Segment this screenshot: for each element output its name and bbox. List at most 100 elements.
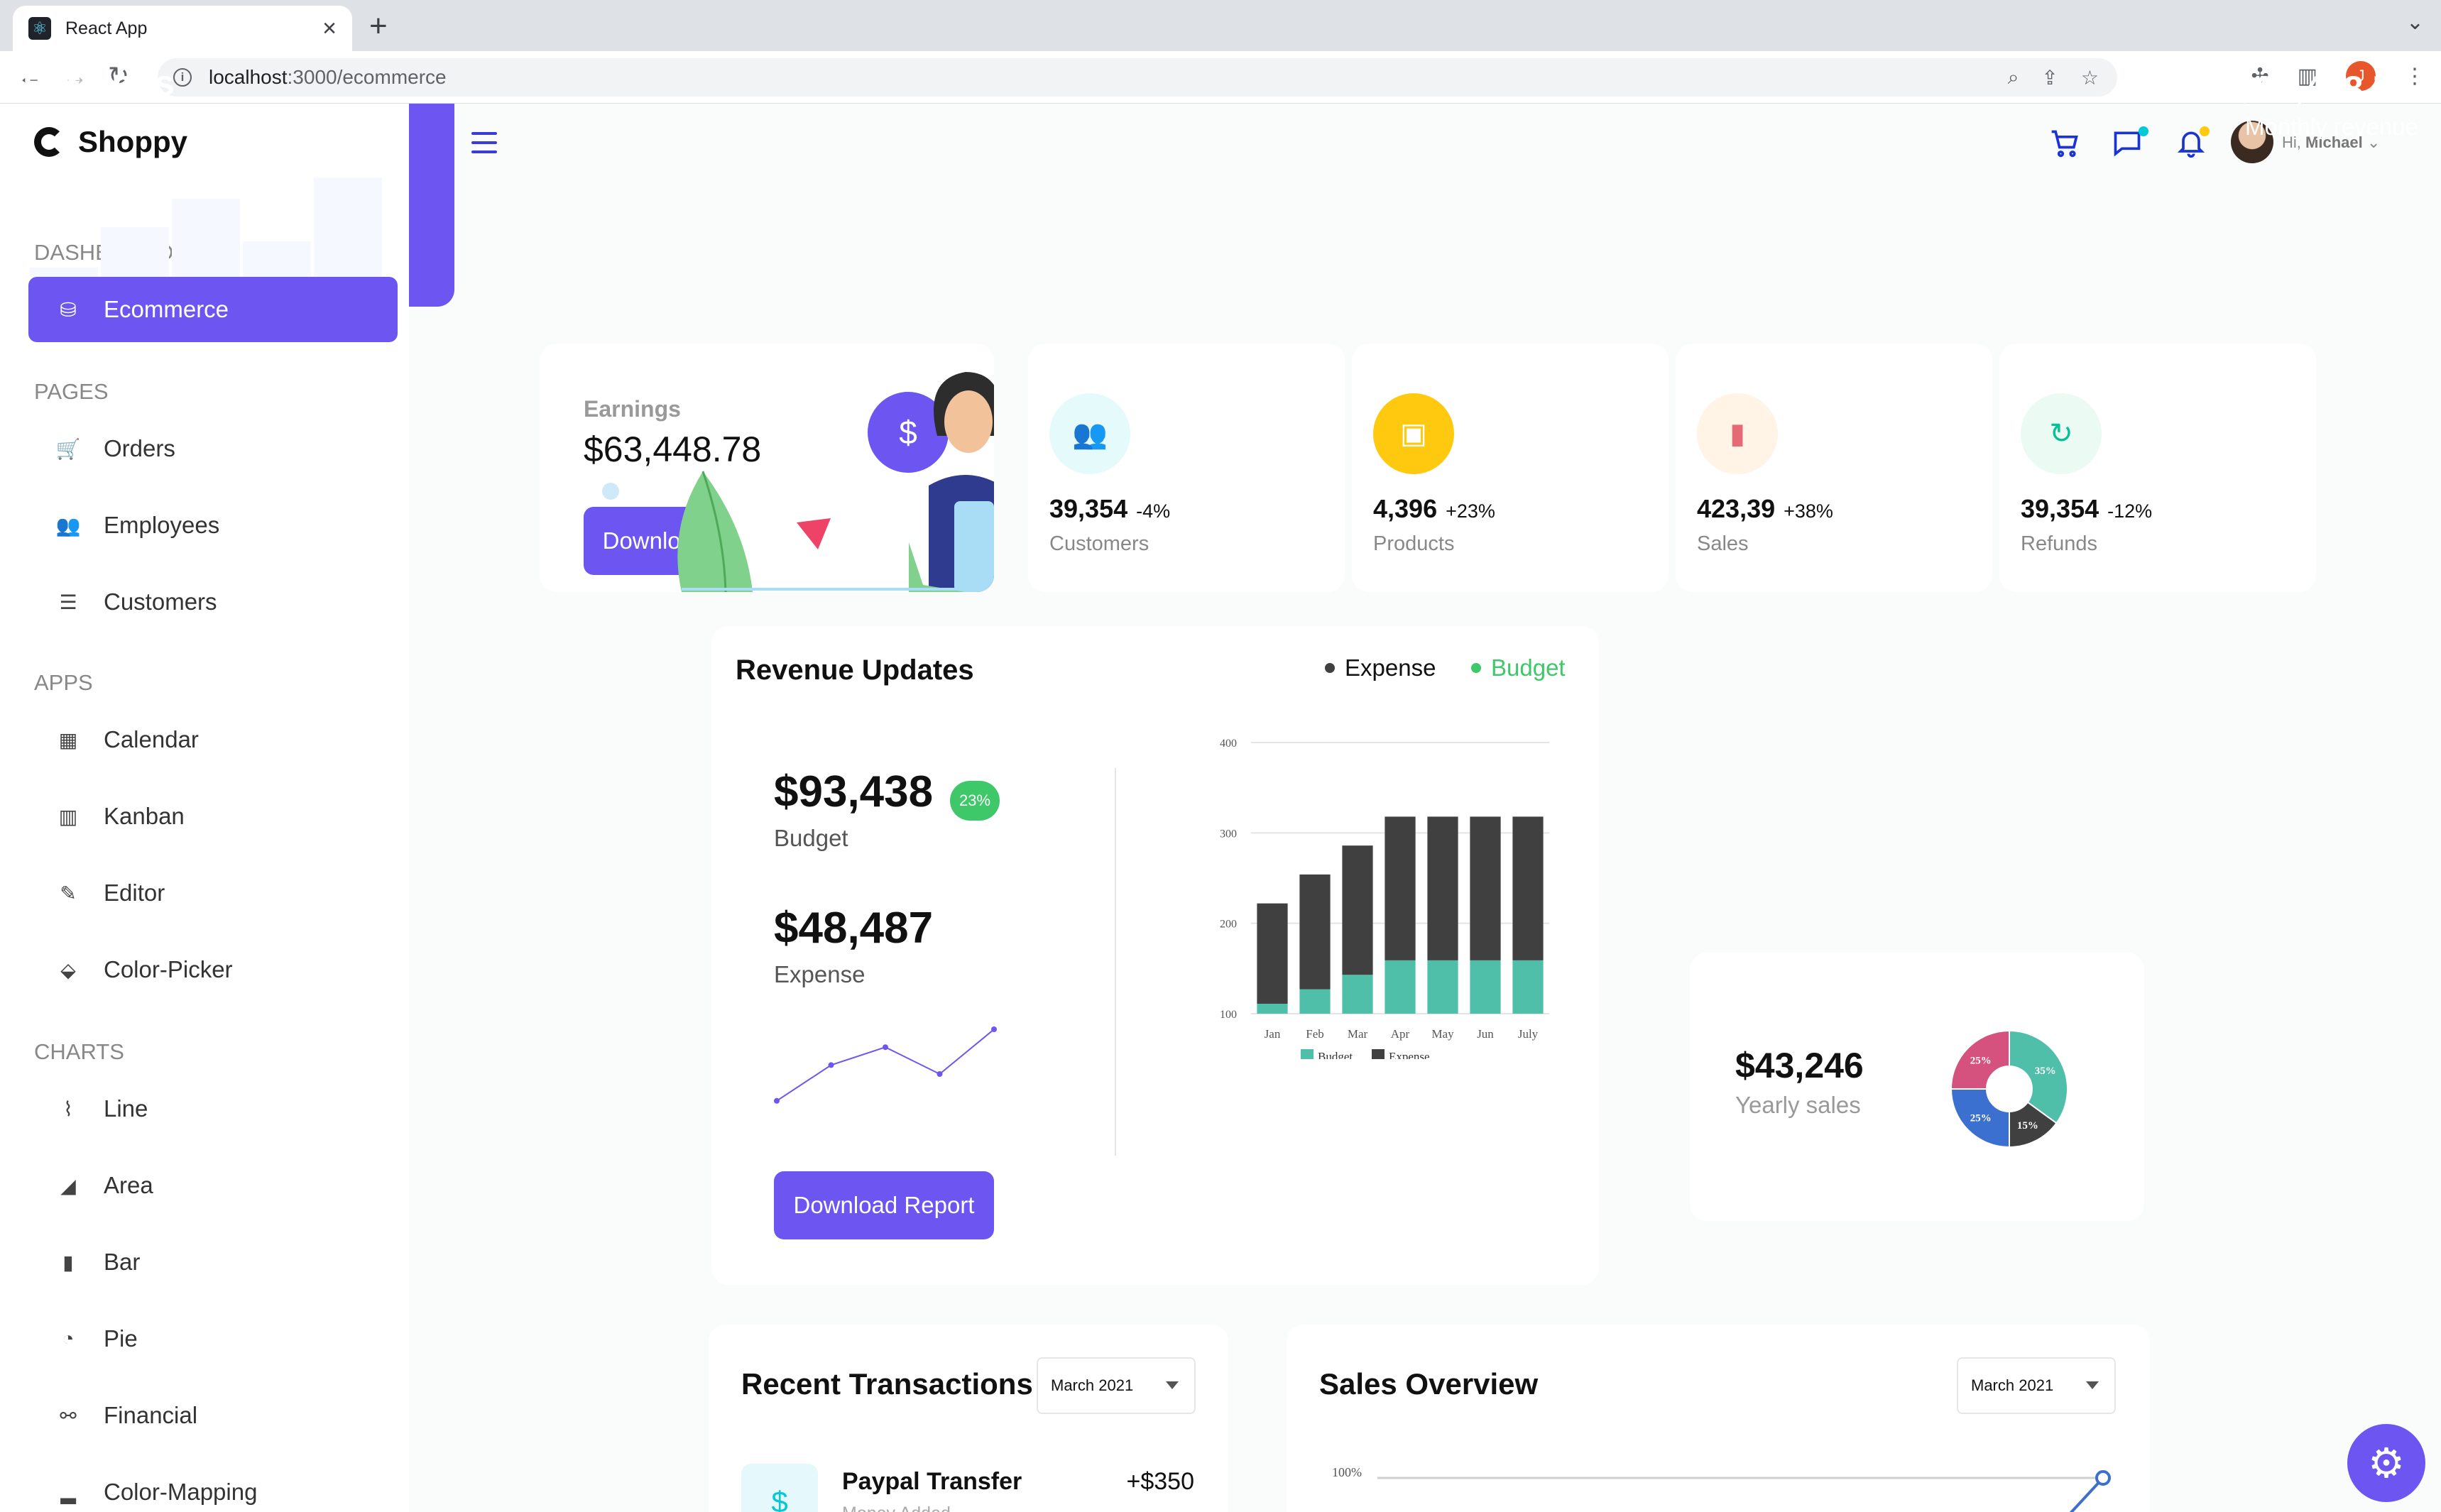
revenue-bar-chart: 100 200 300 400 Jan Feb Mar Apr May Jun July Budget…: [1220, 738, 1549, 1059]
people-icon[interactable]: 👥: [1049, 393, 1130, 474]
expense-bar: [1342, 845, 1373, 975]
browser-tabbar: ⚛ React App × + ⌄: [0, 0, 2441, 51]
earnings-hero-card: Earnings $63,448.78 Download $: [540, 344, 994, 592]
x-tick-label: Jun: [1477, 1027, 1494, 1041]
transactions-month-select[interactable]: March 2021: [1037, 1357, 1196, 1414]
expense-bar: [1257, 903, 1288, 1004]
yearly-sales-value: $43,246: [1735, 1046, 1864, 1085]
x-tick-label: Apr: [1391, 1027, 1410, 1041]
zoom-icon[interactable]: ⌕: [2008, 66, 2019, 89]
pie-chart-icon: ◔: [62, 1327, 75, 1349]
stat-change: -4%: [1136, 500, 1171, 522]
sidebar-item-orders[interactable]: 🛒 Orders: [28, 416, 398, 481]
sidebar-item-label: Bar: [104, 1249, 141, 1275]
browser-tab[interactable]: ⚛ React App ×: [13, 6, 352, 51]
sparkline-point: [883, 1044, 888, 1051]
x-tick-label: July: [1518, 1027, 1539, 1041]
yearly-sales-card: $43,246 Yearly sales 35% 15% 25% 25%: [1690, 953, 2144, 1221]
sparkline-line: [776, 1029, 995, 1102]
budget-bar: [1470, 960, 1501, 1014]
sidebar-item-calendar[interactable]: ▦ Calendar: [28, 707, 398, 772]
budget-bar: [1427, 960, 1458, 1014]
download-report-button[interactable]: Download Report: [774, 1171, 994, 1239]
sidebar-item-financial[interactable]: ⚯ Financial: [28, 1383, 398, 1448]
sales-overview-chart: [1377, 1470, 2111, 1512]
y-tick-label: 400: [1220, 738, 1237, 750]
cart-icon[interactable]: [2049, 128, 2080, 166]
stat-change: +23%: [1446, 500, 1495, 522]
sparkline-point: [774, 1097, 780, 1104]
notification-badge: [2200, 126, 2210, 136]
stat-caption: Products: [1373, 532, 1455, 555]
brand-name: Shoppy: [78, 125, 187, 158]
stat-caption: Sales: [1697, 532, 1749, 555]
sidebar-item-label: Customers: [104, 588, 217, 615]
sidebar-item-area[interactable]: ◢ Area: [28, 1153, 398, 1218]
sidebar-item-employees[interactable]: 👥 Employees: [28, 493, 398, 558]
tab-search-chevron-icon[interactable]: ⌄: [2406, 10, 2424, 35]
cart-icon: 🛒: [55, 437, 81, 460]
budget-bar: [1385, 960, 1416, 1014]
sidebar-item-kanban[interactable]: ▥ Kanban: [28, 784, 398, 849]
stat-card-customers: 👥 39,354 -4% Customers: [1028, 344, 1345, 592]
sidebar-item-line[interactable]: ⌇ Line: [28, 1076, 398, 1141]
sidebar-item-pie[interactable]: ◔ Pie: [28, 1306, 398, 1371]
shoppy-logo-icon: [34, 127, 64, 157]
new-tab-icon[interactable]: +: [369, 9, 388, 44]
budget-bar: [1299, 989, 1331, 1014]
sidebar-item-label: Color-Mapping: [104, 1479, 258, 1505]
legend-expense-swatch: [1372, 1049, 1385, 1059]
people-icon: 👥: [55, 514, 81, 537]
sidebar-section-title: CHARTS: [34, 1039, 124, 1064]
tab-title: React App: [65, 18, 148, 38]
settings-gear-icon[interactable]: ⚙: [2347, 1424, 2425, 1502]
bar-chart-icon[interactable]: ▮: [1697, 393, 1778, 474]
budget-label: Budget: [774, 825, 848, 851]
site-info-icon[interactable]: i: [173, 68, 192, 87]
paint-icon: ⬙: [60, 958, 76, 981]
brand-logo[interactable]: Shoppy: [34, 125, 187, 159]
expense-bar: [1299, 874, 1331, 990]
chat-icon[interactable]: [2112, 128, 2143, 166]
share-icon[interactable]: ⇪: [2041, 66, 2058, 89]
yearly-sales-caption: Yearly sales: [1735, 1092, 1861, 1118]
close-tab-icon[interactable]: ×: [322, 15, 337, 43]
color-mapping-icon: ▂: [60, 1481, 76, 1503]
legend-budget-swatch: [1301, 1049, 1314, 1059]
menu-toggle-icon[interactable]: [471, 132, 497, 153]
expense-sparkline: [774, 1026, 997, 1104]
stat-caption: Refunds: [2021, 532, 2098, 555]
x-tick-label: Feb: [1306, 1027, 1324, 1041]
expense-bar: [1385, 816, 1416, 960]
sidebar-item-label: Kanban: [104, 803, 185, 829]
expense-bar: [1470, 816, 1501, 960]
sales-overview-card: Sales Overview March 2021 100%: [1287, 1325, 2150, 1512]
contacts-icon: ☰: [59, 591, 77, 613]
refresh-icon[interactable]: ↻: [2021, 393, 2102, 474]
stat-value: 39,354 -12%: [2021, 494, 2153, 523]
sidebar-item-label: Financial: [104, 1402, 198, 1428]
expense-bar: [1427, 816, 1458, 960]
sidebar-item-bar[interactable]: ▮ Bar: [28, 1229, 398, 1295]
sidebar-item-label: Orders: [104, 435, 175, 461]
transaction-title: Paypal Transfer: [842, 1468, 1022, 1495]
bookmark-star-icon[interactable]: ☆: [2081, 66, 2099, 89]
revenue-title: Revenue Updates: [736, 654, 974, 686]
x-tick-label: Mar: [1348, 1027, 1368, 1041]
expense-bar: [1512, 816, 1544, 960]
sidebar-item-color-mapping[interactable]: ▂ Color-Mapping: [28, 1459, 398, 1512]
sidebar-item-ecommerce[interactable]: ⛁ Ecommerce: [28, 277, 398, 342]
earnings-bar: [30, 267, 98, 277]
x-tick-label: May: [1431, 1027, 1454, 1041]
sidebar-item-label: Editor: [104, 880, 165, 906]
sidebar-item-customers[interactable]: ☰ Customers: [28, 569, 398, 635]
monthly-revenue-bars: [30, 177, 382, 277]
sidebar-item-color-picker[interactable]: ⬙ Color-Picker: [28, 937, 398, 1002]
url-field[interactable]: i localhost:3000/ecommerce ⌕ ⇪ ☆: [158, 58, 2117, 97]
sidebar-item-label: Color-Picker: [104, 956, 233, 982]
revenue-updates-card: Revenue Updates Expense Budget $93,438 2…: [711, 626, 1599, 1285]
sidebar-item-editor[interactable]: ✎ Editor: [28, 860, 398, 926]
box-icon[interactable]: ▣: [1373, 393, 1454, 474]
earnings-bar: [172, 199, 240, 277]
y-tick-label: 200: [1220, 919, 1237, 931]
